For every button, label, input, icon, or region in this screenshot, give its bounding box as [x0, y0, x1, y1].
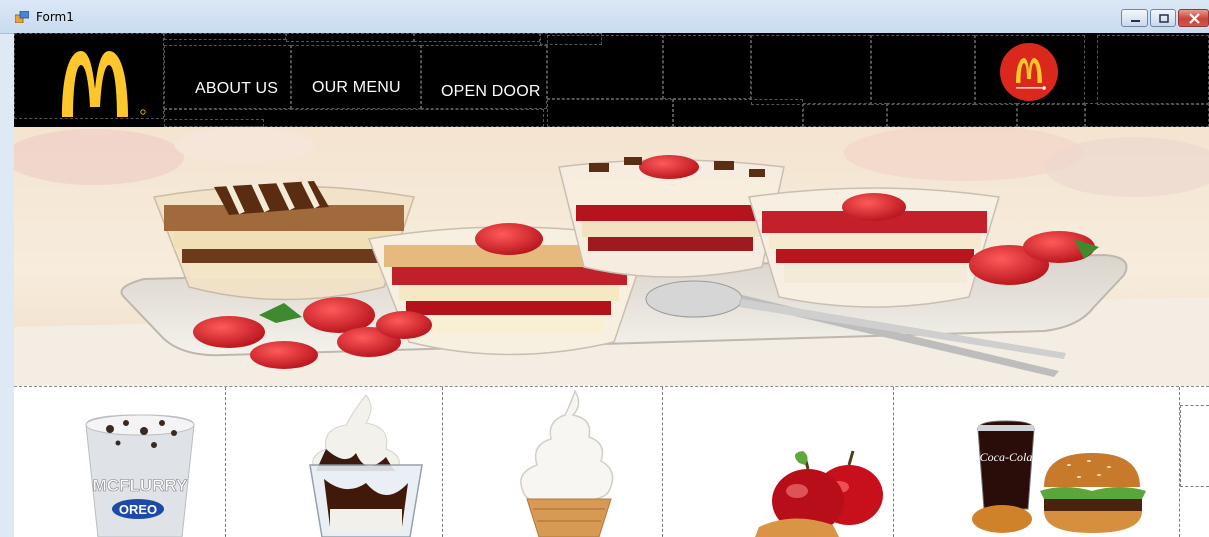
partial-card-frame — [1180, 405, 1209, 487]
minimize-button[interactable] — [1121, 9, 1148, 27]
logo-border — [14, 33, 164, 119]
form-app-icon — [15, 11, 29, 23]
nav-open-door[interactable]: OPEN DOOR — [441, 83, 541, 101]
panel-border — [673, 99, 803, 127]
cola-text: Coca-Cola — [980, 450, 1033, 464]
panel-border — [286, 33, 414, 42]
panel-border — [887, 103, 1017, 127]
form-client-area: ABOUT US OUR MENU OPEN DOOR MCFLURRY ORE… — [14, 33, 1209, 537]
panel-border — [1097, 35, 1209, 105]
product-card-apples[interactable] — [663, 387, 894, 537]
mcdonalds-red-badge-icon[interactable] — [999, 42, 1059, 102]
nav-about-us[interactable]: ABOUT US — [195, 80, 278, 98]
restore-icon — [1159, 14, 1169, 23]
close-button[interactable] — [1178, 9, 1209, 27]
product-card-mcflurry[interactable]: MCFLURRY OREO — [14, 387, 226, 537]
chocolate-sundae-image — [309, 394, 423, 537]
soft-serve-cone-image — [520, 389, 614, 537]
burger-combo-image: Coca-Cola — [972, 420, 1146, 533]
panel-border — [663, 35, 751, 99]
panel-border — [164, 33, 286, 40]
panel-border — [871, 35, 975, 105]
panel-border — [1017, 103, 1085, 127]
minimize-icon — [1131, 20, 1140, 22]
mcflurry-oreo-image: MCFLURRY OREO — [85, 414, 195, 537]
panel-border — [414, 33, 540, 42]
nav-our-menu[interactable]: OUR MENU — [312, 79, 401, 97]
panel-border — [164, 119, 264, 127]
product-card-cone[interactable] — [443, 387, 663, 537]
panel-border — [291, 45, 421, 109]
hero-illustration — [14, 127, 1209, 386]
panel-border — [751, 35, 871, 105]
product-card-partial[interactable] — [1180, 387, 1209, 537]
header-bar: ABOUT US OUR MENU OPEN DOOR — [14, 33, 1209, 127]
panel-border — [547, 35, 663, 99]
panel-border — [1085, 103, 1209, 127]
dessert-trifle-banner — [14, 127, 1209, 387]
panel-border — [547, 99, 673, 127]
panel-border — [803, 103, 887, 127]
product-card-sundae[interactable] — [226, 387, 443, 537]
close-icon — [1189, 13, 1200, 24]
product-card-burger[interactable]: Coca-Cola — [894, 387, 1180, 537]
oreo-text: OREO — [119, 502, 157, 517]
mcflurry-text: MCFLURRY — [93, 476, 188, 495]
window-title: Form1 — [36, 10, 74, 24]
panel-border — [164, 45, 291, 109]
maximize-button[interactable] — [1150, 9, 1176, 27]
apples-and-snack-image — [755, 450, 883, 537]
title-bar[interactable]: Form1 — [0, 0, 1209, 34]
product-row: MCFLURRY OREO Coca-Cola — [14, 387, 1209, 537]
